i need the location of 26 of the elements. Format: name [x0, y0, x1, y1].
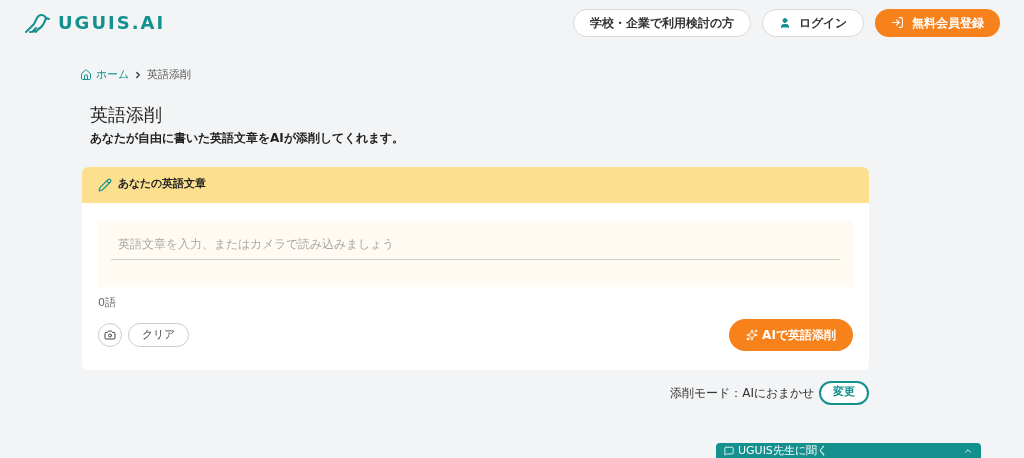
logo-text: UGUIS.AI: [58, 11, 166, 35]
user-icon: [779, 16, 791, 29]
change-button[interactable]: 変更: [819, 380, 869, 405]
chat-icon: [724, 445, 734, 456]
chevron-icon: [133, 70, 143, 81]
home-icon: [80, 69, 92, 82]
pencil-icon: [98, 177, 112, 192]
page-subtitle: あなたが自由に書いた英語文章をAIが添削してくれます。: [90, 129, 405, 147]
login-button[interactable]: ログイン: [762, 8, 864, 37]
home-link[interactable]: ホーム: [80, 67, 129, 84]
camera-icon: [104, 329, 116, 341]
bird-logo-icon: [24, 11, 50, 34]
word-count: 0語: [98, 294, 117, 311]
school-inquiry-button[interactable]: 学校・企業で利用検討の方: [573, 8, 751, 37]
register-button[interactable]: 無料会員登録: [875, 8, 1000, 37]
chat-bar[interactable]: UGUIS先生に聞く: [716, 443, 981, 458]
sparkle-icon: [746, 329, 759, 341]
breadcrumb-current: 英語添削: [147, 67, 191, 83]
editor-heading: あなたの英語文章: [118, 176, 206, 193]
mode-label: 添削モード：AIにおまかせ: [670, 384, 814, 402]
text-input-area[interactable]: 英語文章を入力、またはカメラで読み込みましょう: [98, 220, 853, 287]
chat-bar-label: UGUIS先生に聞く: [738, 443, 828, 458]
login-arrow-icon: [891, 16, 904, 29]
submit-button[interactable]: AIで英語添削: [729, 319, 853, 351]
page-title: 英語添削: [90, 102, 163, 127]
essay-input[interactable]: 英語文章を入力、またはカメラで読み込みましょう: [111, 234, 840, 260]
